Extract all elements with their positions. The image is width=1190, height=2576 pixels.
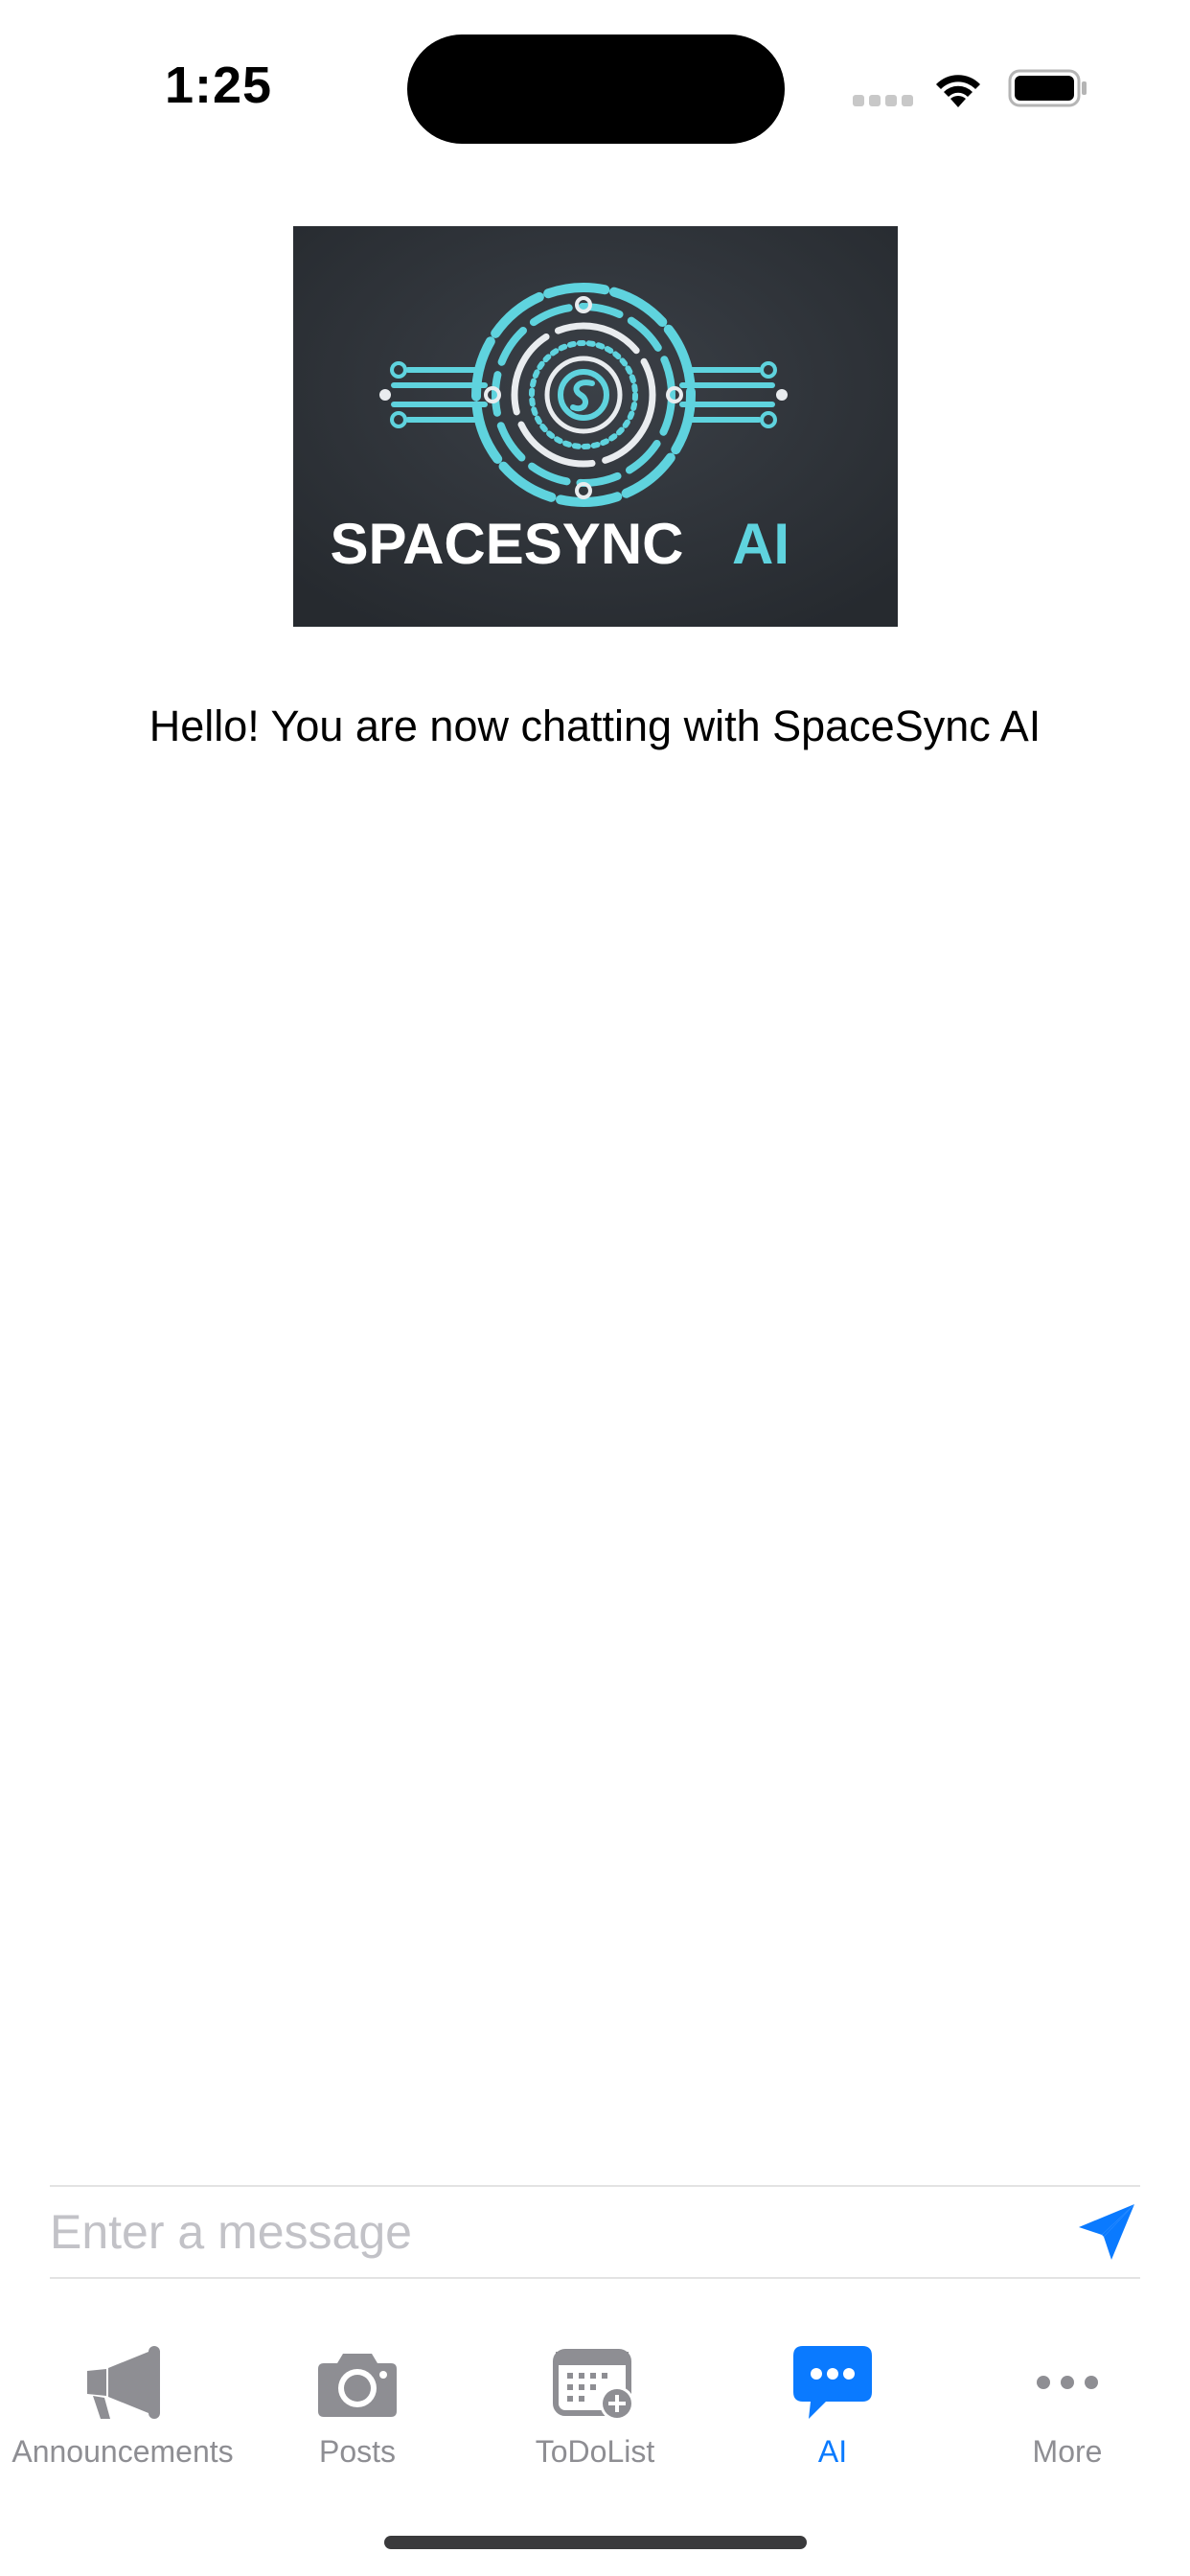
wifi-icon bbox=[936, 75, 980, 107]
logo-brand-main: SPACESYNC bbox=[331, 512, 684, 576]
more-icon bbox=[1037, 2376, 1098, 2389]
status-bar: 1:25 bbox=[0, 0, 1190, 172]
tab-label: More bbox=[1032, 2434, 1103, 2469]
cellular-signal-icon bbox=[853, 94, 918, 106]
send-icon[interactable] bbox=[1075, 2200, 1138, 2264]
home-indicator[interactable] bbox=[384, 2536, 807, 2549]
dynamic-island bbox=[407, 34, 785, 144]
message-composer bbox=[50, 2185, 1140, 2279]
tab-more[interactable]: More bbox=[949, 2310, 1186, 2472]
tab-label: Announcements bbox=[11, 2434, 234, 2469]
battery-icon bbox=[1008, 69, 1087, 107]
tab-ai[interactable]: AI bbox=[714, 2310, 951, 2472]
tab-bar: Announcements Posts ToDoList AI More bbox=[0, 2310, 1190, 2501]
chat-bubble-icon bbox=[793, 2346, 872, 2419]
tab-todolist[interactable]: ToDoList bbox=[476, 2310, 714, 2472]
calendar-add-icon bbox=[553, 2349, 634, 2421]
tab-label: ToDoList bbox=[535, 2434, 655, 2469]
tab-posts[interactable]: Posts bbox=[239, 2310, 476, 2472]
megaphone-icon bbox=[87, 2346, 160, 2419]
message-input[interactable] bbox=[50, 2187, 1046, 2277]
camera-icon bbox=[318, 2354, 397, 2417]
logo-brand-suffix: AI bbox=[732, 512, 790, 576]
tab-label: Posts bbox=[318, 2434, 397, 2469]
spacesync-ai-logo: SPACESYNC AI bbox=[293, 226, 898, 627]
assistant-greeting-message: Hello! You are now chatting with SpaceSy… bbox=[149, 702, 1041, 750]
tab-announcements[interactable]: Announcements bbox=[4, 2310, 241, 2472]
status-time: 1:25 bbox=[165, 57, 273, 114]
tab-label: AI bbox=[817, 2434, 848, 2469]
